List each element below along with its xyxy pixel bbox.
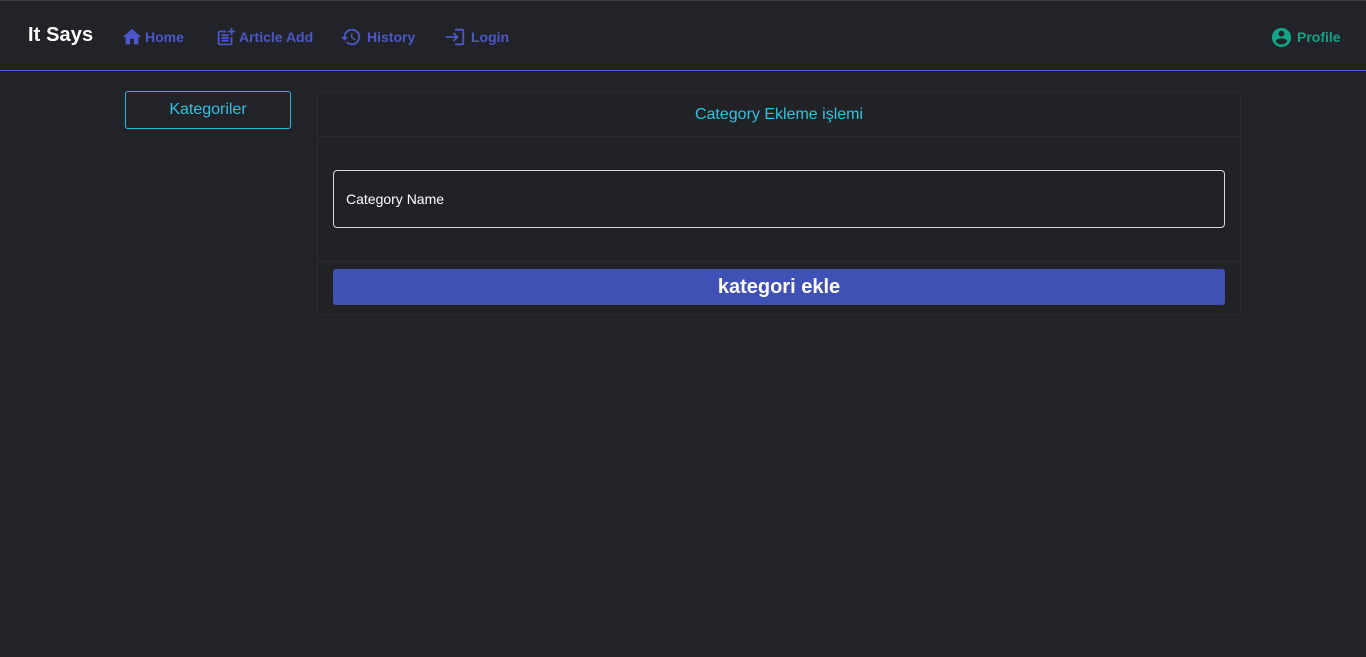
login-icon [444, 26, 466, 48]
categories-button[interactable]: Kategoriler [125, 91, 291, 129]
nav-article-add-label: Article Add [239, 29, 314, 45]
add-category-card: Category Ekleme işlemi kategori ekle [317, 92, 1241, 315]
nav-history-link[interactable]: History [340, 25, 415, 49]
nav-article-add-link[interactable]: Article Add [215, 25, 313, 49]
nav-profile-label: Profile [1297, 29, 1341, 45]
nav-login-link[interactable]: Login [444, 25, 509, 49]
card-title: Category Ekleme işlemi [318, 93, 1240, 137]
category-name-input[interactable] [333, 170, 1225, 228]
card-body [318, 137, 1240, 262]
nav-login-label: Login [471, 29, 510, 45]
top-navbar: It Says Home Article Add History Login P… [0, 0, 1366, 71]
post-add-icon [215, 26, 237, 48]
nav-profile-link[interactable]: Profile [1270, 25, 1341, 49]
account-circle-icon [1270, 26, 1293, 49]
history-icon [340, 26, 362, 48]
nav-home-label: Home [145, 29, 184, 45]
add-category-button[interactable]: kategori ekle [333, 269, 1225, 305]
brand-logo[interactable]: It Says [28, 24, 93, 47]
nav-home-link[interactable]: Home [121, 25, 184, 49]
home-icon [121, 26, 143, 48]
nav-history-label: History [367, 29, 416, 45]
